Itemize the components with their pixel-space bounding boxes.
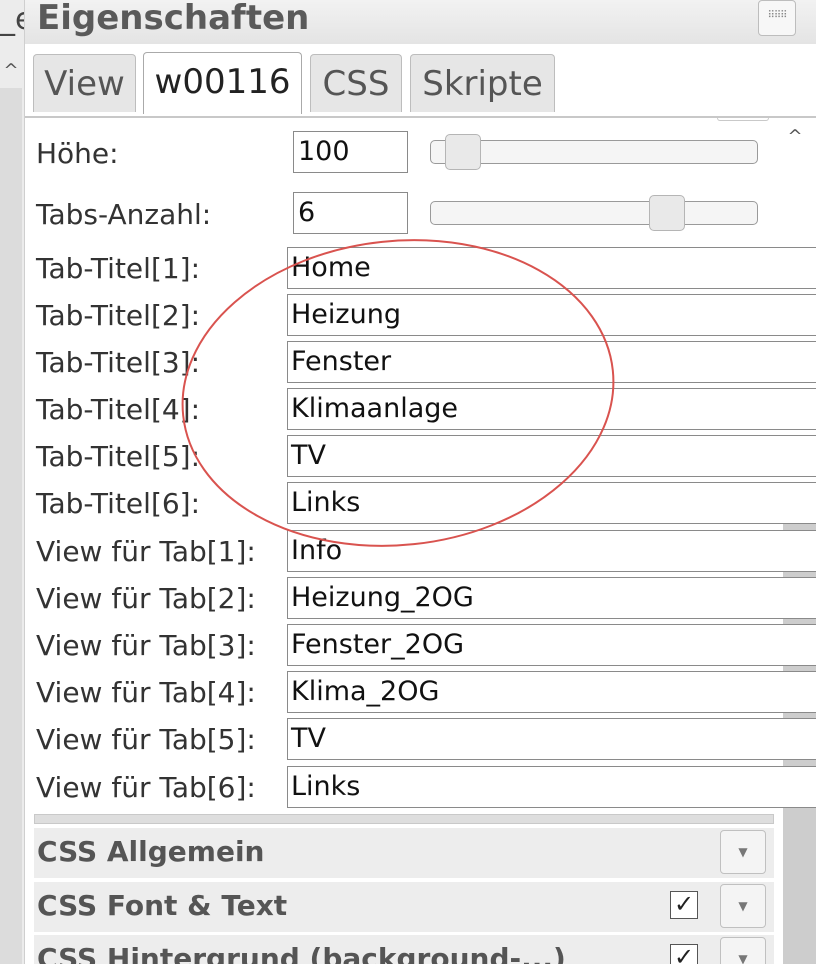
left-scrollbar[interactable] (0, 88, 22, 964)
section-checkbox[interactable]: ✓ (670, 944, 698, 964)
tab-title-4-label: Tab-Titel[4]: (36, 393, 201, 426)
chevron-down-icon: ▼ (738, 952, 748, 964)
section-expand-button[interactable]: ▼ (720, 830, 766, 874)
tab-view-3-label: View für Tab[3]: (36, 629, 256, 662)
properties-panel: Eigenschaften ⠿⠿⠿ View w00116 CSS Skript… (25, 0, 816, 964)
panel-grip-button[interactable]: ⠿⠿⠿ (758, 0, 796, 36)
panel-header: Eigenschaften ⠿⠿⠿ (25, 0, 816, 45)
tab-title-1-input[interactable]: Home (287, 247, 816, 289)
tabs-anzahl-slider[interactable] (430, 201, 758, 225)
tab-view-6-label: View für Tab[6]: (36, 771, 256, 804)
section-title: CSS Hintergrund (background-...) (37, 942, 566, 964)
tab-title-6-label: Tab-Titel[6]: (36, 487, 201, 520)
left-panel-clipped-text: _e (0, 2, 24, 37)
section-css-allgemein[interactable]: CSS Allgemein ▼ (34, 828, 774, 878)
horizontal-scrollbar[interactable] (34, 814, 774, 824)
tab-view-2-label: View für Tab[2]: (36, 582, 256, 615)
left-panel-strip: _e ^ (0, 0, 25, 964)
panel-title: Eigenschaften (37, 0, 310, 38)
tab-view-4-input[interactable]: Klima_2OG (287, 671, 816, 713)
tabs-anzahl-input[interactable]: 6 (293, 192, 408, 234)
check-icon: ✓ (673, 890, 695, 918)
section-expand-button[interactable]: ▼ (720, 937, 766, 964)
tab-view[interactable]: View (33, 54, 136, 112)
tab-widget[interactable]: w00116 (143, 52, 302, 114)
tab-view-2-input[interactable]: Heizung_2OG (287, 577, 816, 619)
section-title: CSS Allgemein (37, 835, 265, 868)
tab-title-1-label: Tab-Titel[1]: (36, 252, 201, 285)
tab-view-5-input[interactable]: TV (287, 718, 816, 760)
hoehe-input[interactable]: 100 (293, 131, 408, 173)
tab-view-3-input[interactable]: Fenster_2OG (287, 624, 816, 666)
tab-title-5-input[interactable]: TV (287, 435, 816, 477)
tab-view-1-input[interactable]: Info (287, 530, 816, 572)
hoehe-label: Höhe: (36, 137, 119, 170)
hoehe-slider-handle[interactable] (444, 134, 481, 170)
section-css-hintergrund[interactable]: CSS Hintergrund (background-...) ✓ ▼ (34, 935, 774, 964)
tab-skripte[interactable]: Skripte (410, 54, 555, 112)
section-title: CSS Font & Text (37, 889, 288, 922)
grip-icon: ⠿⠿⠿ (767, 10, 788, 21)
scroll-up-icon[interactable]: ^ (782, 126, 808, 147)
tab-title-3-label: Tab-Titel[3]: (36, 346, 201, 379)
section-checkbox[interactable]: ✓ (670, 891, 698, 919)
tab-css[interactable]: CSS (310, 54, 402, 112)
tab-title-2-label: Tab-Titel[2]: (36, 299, 201, 332)
tab-view-6-input[interactable]: Links (287, 766, 816, 808)
tab-view-4-label: View für Tab[4]: (36, 676, 256, 709)
tab-view-5-label: View für Tab[5]: (36, 723, 256, 756)
properties-content: ^ Höhe: 100 Tabs-Anzahl: 6 Tab-Titel[1]:… (25, 118, 816, 964)
tab-title-2-input[interactable]: Heizung (287, 294, 816, 336)
tab-title-6-input[interactable]: Links (287, 482, 816, 524)
chevron-down-icon: ▼ (738, 899, 748, 913)
tabs-anzahl-label: Tabs-Anzahl: (36, 198, 212, 231)
tab-title-5-label: Tab-Titel[5]: (36, 440, 201, 473)
tab-bar: View w00116 CSS Skripte (25, 44, 816, 118)
tab-title-3-input[interactable]: Fenster (287, 341, 816, 383)
chevron-down-icon: ▼ (738, 845, 748, 859)
tabs-anzahl-slider-handle[interactable] (649, 195, 685, 231)
check-icon: ✓ (673, 943, 695, 964)
tab-view-1-label: View für Tab[1]: (36, 535, 256, 568)
left-scroll-up-icon[interactable]: ^ (0, 60, 22, 81)
tab-title-4-input[interactable]: Klimaanlage (287, 388, 816, 430)
section-css-font-text[interactable]: CSS Font & Text ✓ ▼ (34, 882, 774, 932)
clipped-button-edge (717, 118, 769, 121)
section-expand-button[interactable]: ▼ (720, 884, 766, 928)
